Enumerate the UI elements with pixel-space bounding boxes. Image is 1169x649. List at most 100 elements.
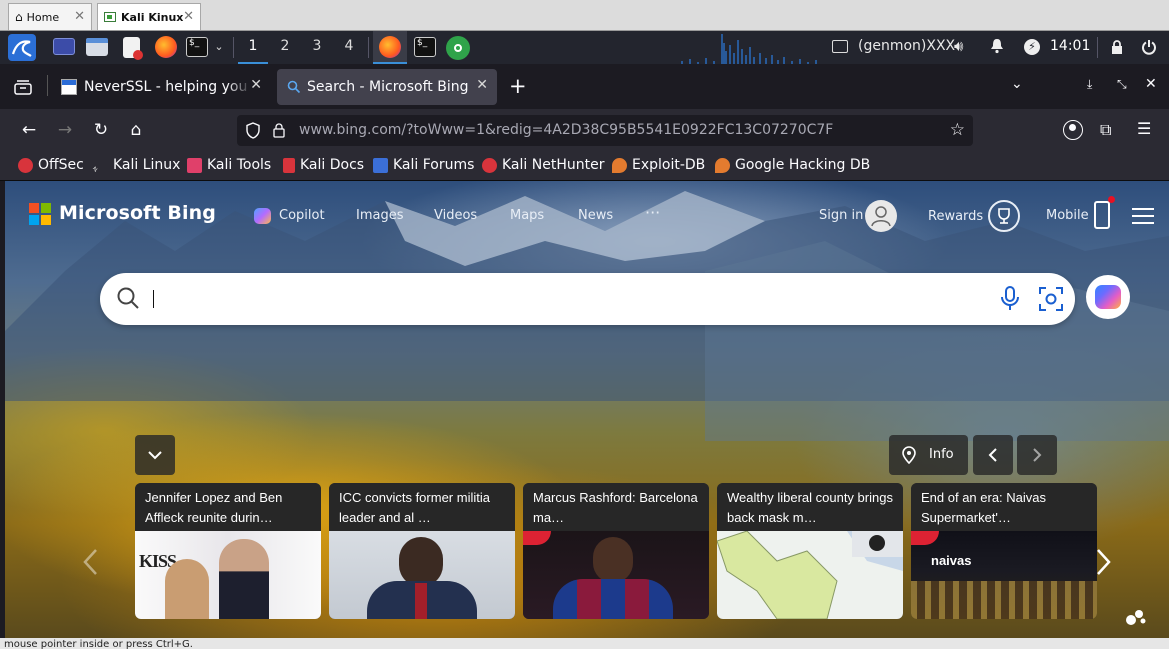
back-button[interactable]: ← (16, 117, 42, 143)
account-icon[interactable] (1063, 120, 1083, 140)
mobile-link[interactable]: Mobile (1046, 208, 1089, 223)
bookmark-kali-forums[interactable]: Kali Forums (373, 157, 474, 173)
visual-search-icon[interactable] (1038, 286, 1064, 312)
power-manager-icon[interactable]: ⚡ (1024, 39, 1040, 55)
tab-overview-icon[interactable] (14, 79, 32, 95)
lock-icon[interactable] (273, 123, 285, 138)
offsec-icon (18, 157, 33, 173)
news-card[interactable]: ICC convicts former militia leader and a… (329, 483, 515, 619)
host-tab-label: Home (26, 10, 60, 24)
reload-button[interactable]: ↻ (88, 117, 114, 143)
nav-maps[interactable]: Maps (510, 208, 544, 223)
volume-icon[interactable]: 🔊︎ (954, 37, 963, 55)
bookmark-kali-tools[interactable]: Kali Tools (187, 157, 271, 173)
forward-button[interactable]: → (52, 117, 78, 143)
lock-screen-icon[interactable] (1111, 40, 1123, 54)
collapse-feed-button[interactable] (135, 435, 175, 475)
tab-bing[interactable]: Search - Microsoft Bing ✕ (277, 69, 497, 105)
close-tab-icon[interactable]: ✕ (250, 77, 262, 93)
bing-logo[interactable]: Microsoft Bing (59, 202, 216, 224)
news-card[interactable]: Wealthy liberal county brings back mask … (717, 483, 903, 619)
nav-more[interactable]: ··· (645, 203, 660, 222)
close-tab-icon[interactable]: ✕ (476, 77, 488, 93)
nav-images[interactable]: Images (356, 208, 404, 223)
news-card-title: Marcus Rashford: Barcelona ma… (523, 483, 709, 531)
location-pin-icon (902, 446, 916, 464)
chevron-left-icon (988, 448, 997, 462)
workspace-4[interactable]: 4 (334, 31, 364, 64)
microsoft-logo-icon[interactable] (29, 203, 51, 225)
sign-in-link[interactable]: Sign in (819, 208, 863, 223)
copilot-icon (254, 208, 271, 224)
shield-icon[interactable] (245, 122, 261, 139)
feedback-icon[interactable] (1124, 607, 1146, 627)
nav-copilot[interactable]: Copilot (279, 208, 325, 223)
kali-menu-icon[interactable] (8, 34, 36, 61)
news-card[interactable]: Marcus Rashford: Barcelona ma… (523, 483, 709, 619)
terminal-icon[interactable]: $_ (186, 37, 208, 57)
bookmark-star-icon[interactable]: ☆ (950, 120, 965, 140)
genmon-label[interactable]: (genmon)XXX (858, 38, 955, 54)
news-card[interactable]: Jennifer Lopez and Ben Affleck reunite d… (135, 483, 321, 619)
clock[interactable]: 14:01 (1050, 38, 1090, 54)
bookmark-kali-nethunter[interactable]: Kali NetHunter (482, 157, 604, 173)
rewards-trophy-icon[interactable] (988, 200, 1020, 232)
restore-icon[interactable]: ⤡ (1117, 77, 1127, 92)
bookmark-label: Exploit-DB (632, 157, 706, 173)
carousel-prev-icon[interactable] (81, 547, 101, 577)
url-bar[interactable]: www.bing.com/?toWww=1&redig=4A2D38C95B55… (237, 115, 973, 146)
user-avatar-icon[interactable] (865, 200, 897, 232)
close-icon[interactable]: ✕ (183, 9, 194, 24)
microphone-icon[interactable] (1000, 286, 1020, 312)
host-tab-kali[interactable]: Kali Kinux ✕ (97, 3, 201, 30)
close-window-icon[interactable]: ✕ (1145, 76, 1157, 92)
chevron-down-icon[interactable]: ⌄ (209, 31, 229, 64)
workspace-2[interactable]: 2 (270, 31, 300, 64)
nav-videos[interactable]: Videos (434, 208, 477, 223)
new-tab-button[interactable]: + (509, 75, 527, 97)
bookmark-kali-docs[interactable]: Kali Docs (283, 157, 364, 173)
bookmark-exploit-db[interactable]: Exploit-DB (612, 157, 705, 173)
tab-neverssl[interactable]: NeverSSL - helping you get online ✕ (51, 69, 271, 105)
next-image-button[interactable] (1017, 435, 1057, 475)
mobile-phone-icon[interactable] (1094, 196, 1115, 229)
workspace-1[interactable]: 1 (238, 31, 268, 64)
minimize-icon[interactable]: ⤓ (1087, 77, 1092, 92)
extensions-icon[interactable]: ⧉ (1100, 120, 1111, 140)
bookmark-label: OffSec (38, 157, 84, 173)
hamburger-menu-icon[interactable] (1132, 208, 1154, 224)
info-button[interactable]: Info (889, 435, 968, 475)
firefox-icon[interactable] (155, 36, 177, 58)
menu-icon[interactable]: ☰ (1137, 119, 1151, 138)
panel-separator (1097, 37, 1098, 58)
copilot-button[interactable] (1086, 275, 1130, 319)
workspace-3[interactable]: 3 (302, 31, 332, 64)
notification-bell-icon[interactable] (990, 38, 1004, 54)
county-map-photo (717, 530, 903, 619)
ghdb-icon (715, 157, 730, 173)
close-icon[interactable]: ✕ (74, 9, 85, 24)
rewards-link[interactable]: Rewards (928, 209, 983, 224)
chevron-right-icon (1033, 448, 1042, 462)
bookmark-label: Kali Docs (300, 157, 365, 173)
file-manager-icon[interactable] (86, 38, 108, 56)
network-tool-icon[interactable] (446, 36, 470, 60)
text-editor-icon[interactable] (123, 37, 143, 60)
nav-news[interactable]: News (578, 208, 613, 223)
search-icon (116, 286, 140, 310)
taskbar-terminal-icon[interactable]: $_ (414, 37, 436, 57)
news-card[interactable]: End of an era: Naivas Supermarket'… naiv… (911, 483, 1097, 619)
taskbar-firefox[interactable] (373, 31, 407, 64)
search-input[interactable] (146, 283, 986, 315)
home-button[interactable]: ⌂ (123, 117, 149, 143)
bookmark-offsec[interactable]: OffSec (18, 157, 84, 173)
bookmark-ghdb[interactable]: Google Hacking DB (715, 157, 870, 173)
url-text[interactable]: www.bing.com/?toWww=1&redig=4A2D38C95B55… (299, 122, 833, 138)
host-tab-home[interactable]: ⌂ Home ✕ (8, 3, 92, 30)
previous-image-button[interactable] (973, 435, 1013, 475)
bookmark-kali-linux[interactable]: ﮩ Kali Linux (93, 157, 180, 173)
show-desktop-icon[interactable] (53, 38, 75, 55)
list-all-tabs-icon[interactable]: ⌄ (1011, 76, 1023, 92)
power-icon[interactable] (1141, 39, 1157, 55)
search-box[interactable] (100, 273, 1075, 325)
